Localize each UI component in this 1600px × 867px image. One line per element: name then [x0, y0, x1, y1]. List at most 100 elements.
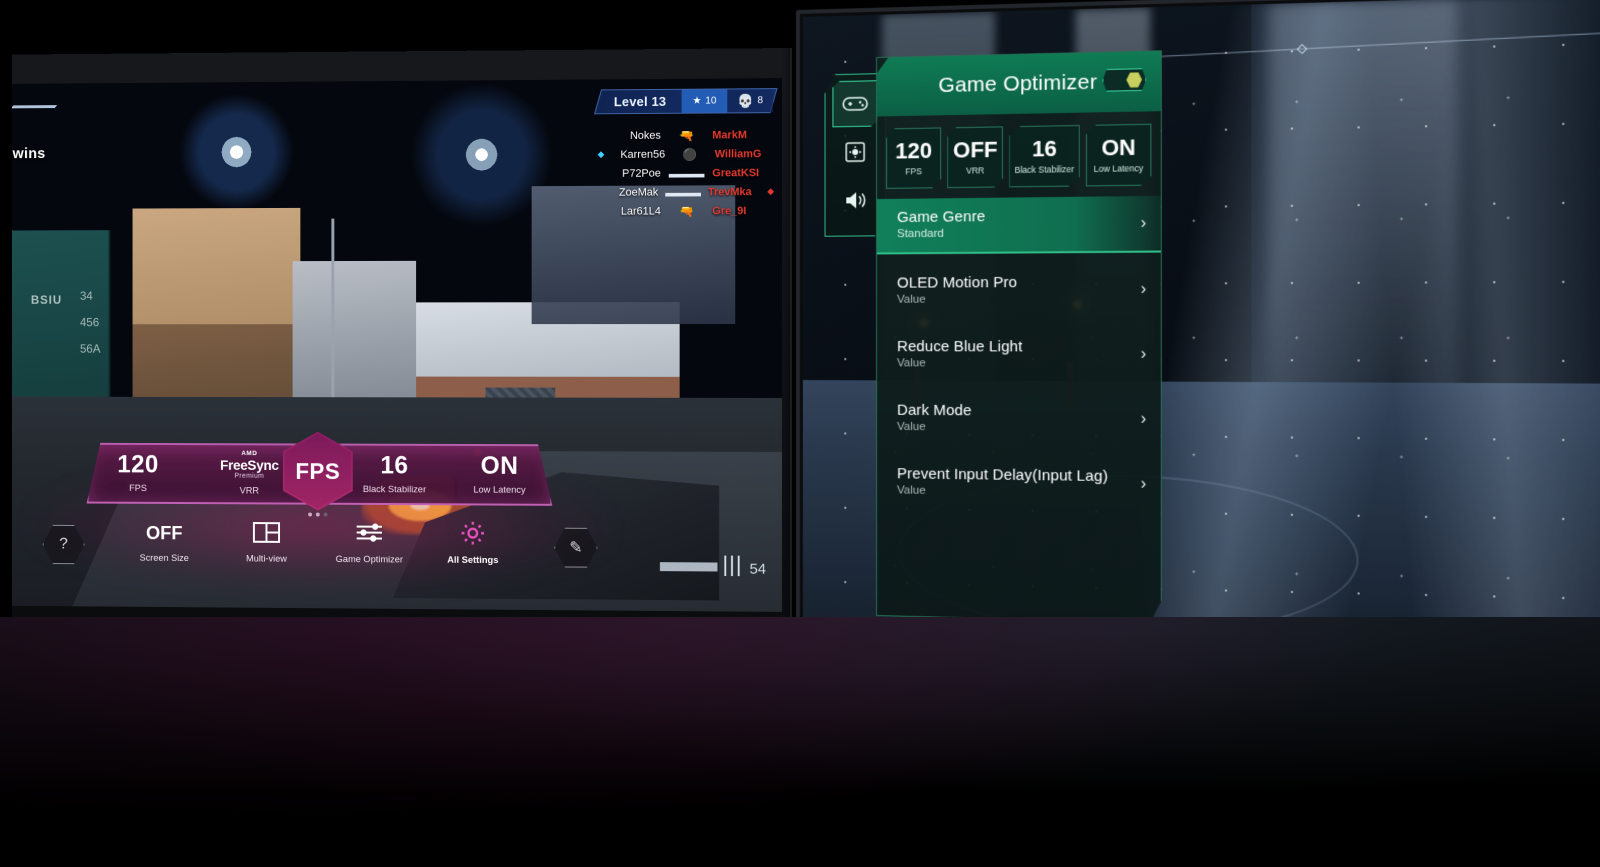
- pistol-icon: 🔫: [679, 203, 694, 218]
- game-bar-item-label: Screen Size: [139, 552, 189, 564]
- game-bar-item-multi-view[interactable]: Multi-view: [228, 520, 305, 565]
- rail-button-sound[interactable]: [832, 177, 878, 224]
- screen-size-value: OFF: [145, 523, 183, 545]
- optimizer-stat-label: FPS: [905, 166, 922, 177]
- screenshot-root: BSIU 34 456 56A ue: [0, 0, 1600, 867]
- optimizer-menu-value: Value: [897, 293, 926, 306]
- hud-slash-icon: [12, 105, 58, 109]
- scoreboard-row: ◆ Karren56 ⚫ WilliamG: [598, 144, 774, 164]
- menu-spacer: [877, 313, 1161, 330]
- game-bar-stat-value: 120: [117, 450, 159, 479]
- optimizer-menu-item[interactable]: Prevent Input Delay(Input Lag) Value ›: [877, 457, 1161, 509]
- scoreboard-player: Karren56: [620, 148, 666, 161]
- freesync-label: FreeSync: [220, 456, 279, 473]
- optimizer-stat[interactable]: 120 FPS: [886, 127, 941, 188]
- chevron-right-icon: ›: [1140, 344, 1147, 363]
- star-count: 10: [705, 95, 717, 107]
- gamepad-icon: [842, 95, 868, 114]
- optimizer-menu-item[interactable]: Game Genre Standard ›: [877, 196, 1161, 255]
- game-bar-stat[interactable]: 16 Black Stabilizer: [342, 452, 447, 496]
- game-bar-item-glyph: [330, 521, 408, 551]
- chevron-right-icon: ›: [1140, 214, 1147, 232]
- kill-count-cell: 💀 8: [727, 89, 774, 113]
- scoreboard-bar: Level 13 ★ 10 💀 8: [594, 88, 778, 115]
- container-code: BSIU: [30, 292, 63, 307]
- scoreboard-rows: Nokes 🔫 MarkM ◆ Karren56 ⚫ WilliamG P72Poe ▬▬▬ Gr…: [598, 125, 774, 221]
- star-count-cell: ★ 10: [681, 89, 728, 113]
- gear-icon: [460, 520, 485, 552]
- optimizer-menu-item[interactable]: Reduce Blue Light Value ›: [877, 330, 1161, 379]
- rifle-icon: ▬▬▬: [668, 165, 705, 181]
- game-bar-stat[interactable]: 120 FPS: [87, 450, 190, 495]
- game-bar-item-label: Multi-view: [246, 553, 287, 565]
- optimizer-stat[interactable]: ON Low Latency: [1086, 124, 1152, 187]
- rail-button-brightness[interactable]: [832, 129, 878, 176]
- game-bar-item-screen-size[interactable]: OFF Screen Size: [126, 519, 203, 564]
- pencil-icon: ✎: [569, 539, 583, 557]
- building: [292, 260, 416, 419]
- scoreboard-opponent: TrevMka: [707, 185, 752, 198]
- scoreboard-opponent: MarkM: [712, 128, 747, 141]
- scoreboard-player: Lar61L4: [620, 205, 661, 218]
- right-tv-panel: E: [796, 0, 1600, 675]
- hud-top-left: ue ills wins wn: [12, 97, 58, 206]
- chevron-right-icon: ›: [1140, 279, 1147, 298]
- optimizer-menu-value: Value: [897, 420, 926, 434]
- optimizer-menu-name: OLED Motion Pro: [897, 273, 1018, 292]
- game-optimizer-title: Game Optimizer: [938, 70, 1098, 98]
- fps-badge-label: FPS: [295, 457, 341, 484]
- optimizer-stat-label: Low Latency: [1093, 163, 1144, 175]
- optimizer-stat[interactable]: OFF VRR: [947, 126, 1003, 188]
- table-reflection: [0, 617, 1600, 867]
- game-optimizer-toggle[interactable]: [1102, 68, 1146, 92]
- grenade-icon: ⚫: [682, 147, 698, 162]
- chevron-right-icon: ›: [1140, 409, 1147, 428]
- sliders-icon: [355, 522, 384, 550]
- game-optimizer-header: Game Optimizer: [877, 51, 1161, 116]
- optimizer-stat[interactable]: 16 Black Stabilizer: [1009, 125, 1079, 187]
- optimizer-stat-value: OFF: [953, 136, 998, 163]
- assault-rifle-icon: ▬▬: [659, 545, 716, 579]
- scoreboard-row: ZoeMak ▬▬▬ TrevMka ◆: [598, 182, 774, 202]
- rail-button-gamepad[interactable]: [832, 80, 878, 127]
- optimizer-stat-label: VRR: [966, 165, 985, 176]
- carousel-dots: [308, 512, 328, 517]
- game-bar-item-glyph: OFF: [126, 519, 203, 549]
- speaker-icon: [843, 189, 867, 211]
- scoreboard-opponent: WilliamG: [714, 147, 762, 160]
- scoreboard-opponent: GreatKSI: [712, 166, 760, 179]
- game-optimizer-panel: Game Optimizer 120 FPS OFF VRR 16 Black Stabi…: [876, 50, 1162, 623]
- game-bar: 120 FPS AMD FreeSync Premium VRR 16 Black Stabi…: [29, 443, 612, 594]
- right-tv-screen: E: [802, 0, 1600, 667]
- left-tv-panel: BSIU 34 456 56A ue: [12, 48, 793, 628]
- star-icon: ★: [692, 95, 702, 107]
- game-bar-stat-value: ON: [480, 451, 519, 480]
- scoreboard-row: Lar61L4 🔫 Gre_9I: [598, 201, 774, 221]
- question-mark-icon: ?: [59, 535, 68, 553]
- hex-toggle-knob-icon: [1126, 72, 1142, 88]
- optimizer-menu-name: Reduce Blue Light: [897, 338, 1023, 356]
- scoreboard-player: Nokes: [629, 129, 661, 142]
- game-bar-item-label: All Settings: [447, 554, 499, 567]
- ak-icon: ▬▬▬: [665, 184, 701, 200]
- game-bar-item-label: Game Optimizer: [335, 554, 403, 566]
- row-marker-left: ◆: [597, 149, 605, 160]
- game-bar-stat[interactable]: ON Low Latency: [447, 451, 552, 496]
- scoreboard-row: P72Poe ▬▬▬ GreatKSI: [598, 163, 774, 183]
- premium-label: Premium: [234, 472, 265, 480]
- game-bar-item-gear[interactable]: All Settings: [434, 521, 512, 566]
- chevron-right-icon: ›: [1140, 474, 1147, 493]
- ammo-bars: |||: [722, 551, 743, 577]
- game-bar-icon-row: OFF Screen Size Multi-view Game Optimizer Al…: [87, 519, 553, 566]
- game-bar-item-glyph: [228, 520, 305, 550]
- game-optimizer-stats: 120 FPS OFF VRR 16 Black Stabilizer ON Low Late…: [877, 111, 1161, 199]
- optimizer-menu-item[interactable]: OLED Motion Pro Value ›: [877, 265, 1161, 314]
- container-num-1: 34: [79, 289, 93, 304]
- left-tv-screen: BSIU 34 456 56A ue: [12, 78, 783, 612]
- optimizer-menu-item[interactable]: Dark Mode Value ›: [877, 393, 1161, 443]
- game-bar-item-sliders[interactable]: Game Optimizer: [330, 521, 408, 566]
- scoreboard-player: P72Poe: [622, 167, 661, 180]
- game-bar-stat-label: FPS: [129, 483, 147, 495]
- ammo-hud: ▬▬ ||| 54: [659, 545, 766, 579]
- game-optimizer-menu: Game Genre Standard › OLED Motion Pro Value ›…: [877, 196, 1161, 509]
